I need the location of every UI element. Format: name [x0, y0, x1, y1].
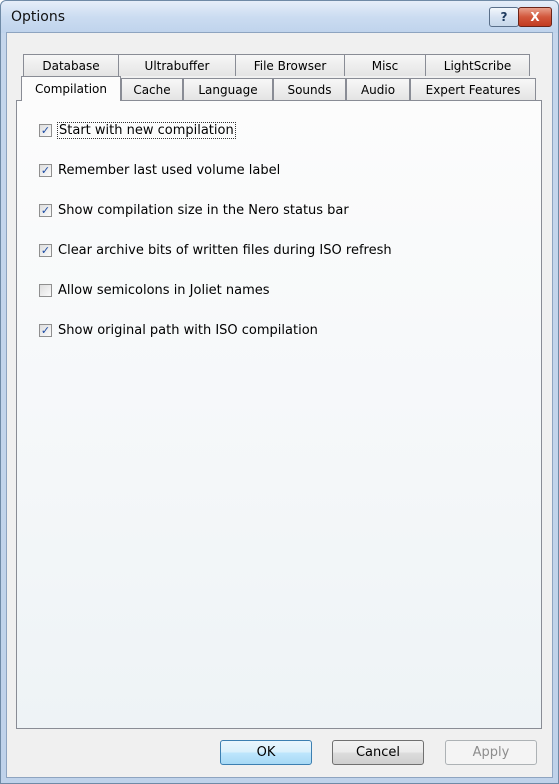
help-icon: ?: [500, 10, 508, 24]
checkbox[interactable]: ✓: [39, 323, 52, 337]
apply-button[interactable]: Apply: [445, 740, 537, 765]
tab-sounds[interactable]: Sounds: [273, 78, 346, 100]
tab-file-browser[interactable]: File Browser: [235, 54, 345, 76]
tab-database[interactable]: Database: [23, 54, 119, 76]
checkmark-icon: ✓: [40, 203, 51, 217]
option-label: Show compilation size in the Nero status…: [58, 202, 349, 218]
close-button[interactable]: X: [518, 7, 552, 27]
option-allow-semicolons-joliet[interactable]: Allow semicolons in Joliet names: [39, 281, 270, 299]
tab-audio[interactable]: Audio: [346, 78, 410, 100]
option-remember-volume-label[interactable]: ✓ Remember last used volume label: [39, 161, 280, 179]
tab-misc[interactable]: Misc: [344, 54, 426, 76]
option-label: Start with new compilation: [57, 121, 236, 139]
option-label: Remember last used volume label: [58, 162, 281, 178]
checkmark-icon: ✓: [40, 163, 51, 177]
option-show-compilation-size[interactable]: ✓ Show compilation size in the Nero stat…: [39, 201, 349, 219]
tab-cache[interactable]: Cache: [121, 78, 183, 100]
option-label: Clear archive bits of written files duri…: [58, 242, 392, 258]
checkmark-icon: ✓: [40, 123, 51, 137]
checkbox[interactable]: ✓: [39, 123, 52, 137]
tab-compilation[interactable]: Compilation: [21, 76, 121, 101]
ok-button[interactable]: OK: [220, 740, 312, 765]
option-label: Allow semicolons in Joliet names: [58, 282, 270, 298]
checkbox[interactable]: [39, 283, 52, 297]
title-bar[interactable]: Options ? X: [1, 1, 558, 33]
close-icon: X: [530, 10, 540, 24]
checkbox[interactable]: ✓: [39, 203, 52, 217]
tab-language[interactable]: Language: [183, 78, 273, 100]
tab-lightscribe[interactable]: LightScribe: [425, 54, 530, 76]
tab-expert-features[interactable]: Expert Features: [410, 78, 536, 100]
cancel-button[interactable]: Cancel: [332, 740, 424, 765]
help-button[interactable]: ?: [489, 7, 519, 27]
option-show-original-path[interactable]: ✓ Show original path with ISO compilatio…: [39, 321, 318, 339]
checkbox[interactable]: ✓: [39, 163, 52, 177]
checkmark-icon: ✓: [40, 243, 51, 257]
option-label: Show original path with ISO compilation: [58, 322, 318, 338]
window-title: Options: [11, 9, 66, 25]
checkbox[interactable]: ✓: [39, 243, 52, 257]
option-clear-archive-bits[interactable]: ✓ Clear archive bits of written files du…: [39, 241, 392, 259]
checkmark-icon: ✓: [40, 323, 51, 337]
compilation-panel: ✓ Start with new compilation ✓ Remember …: [16, 100, 542, 729]
tab-ultrabuffer[interactable]: Ultrabuffer: [118, 54, 236, 76]
option-start-with-new-compilation[interactable]: ✓ Start with new compilation: [39, 121, 236, 139]
